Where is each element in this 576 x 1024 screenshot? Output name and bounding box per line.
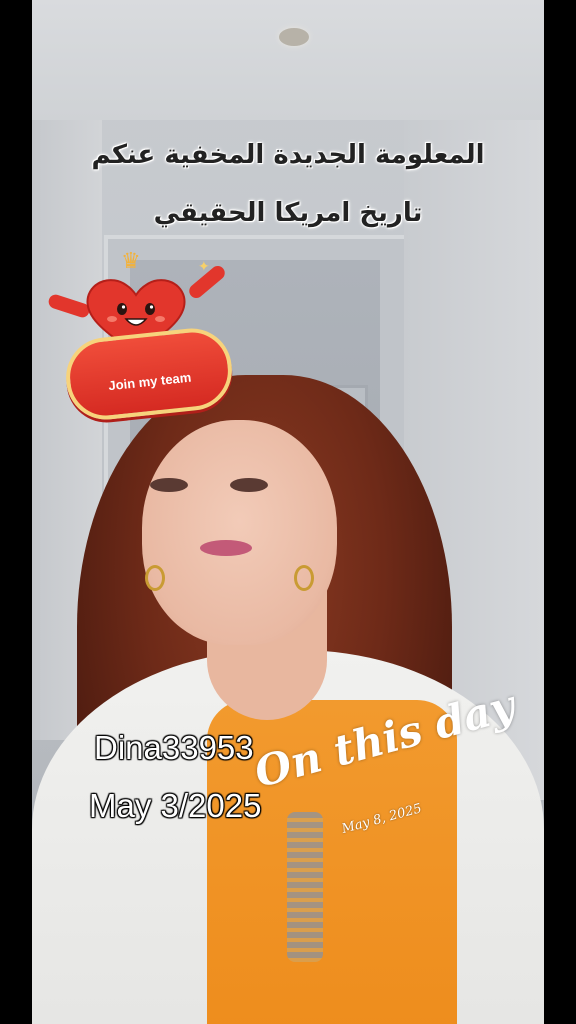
earring-right — [294, 565, 314, 591]
watermark-date: May 3/2025 — [89, 787, 262, 824]
person-face — [142, 420, 337, 645]
crown-icon: ♛ — [121, 249, 141, 274]
caption-line-1: المعلومة الجديدة المخفية عنكم — [91, 140, 485, 170]
ceiling-light — [279, 28, 309, 46]
video-screen: المعلومة الجديدة المخفية عنكم تاريخ امري… — [0, 0, 576, 1024]
person-necklace — [287, 812, 323, 962]
ceiling — [32, 0, 544, 120]
watermark-username: Dina33953 — [94, 729, 254, 766]
person-lips — [200, 540, 252, 556]
earring-left — [145, 565, 165, 591]
person-eye-right — [230, 478, 268, 492]
caption-line-2: تاريخ امريكا الحقيقي — [153, 198, 423, 228]
join-my-team-label: Join my team — [107, 369, 192, 393]
join-team-sticker[interactable]: ♛ ✦ ✦ Join my team — [46, 245, 236, 424]
person-eye-left — [150, 478, 188, 492]
